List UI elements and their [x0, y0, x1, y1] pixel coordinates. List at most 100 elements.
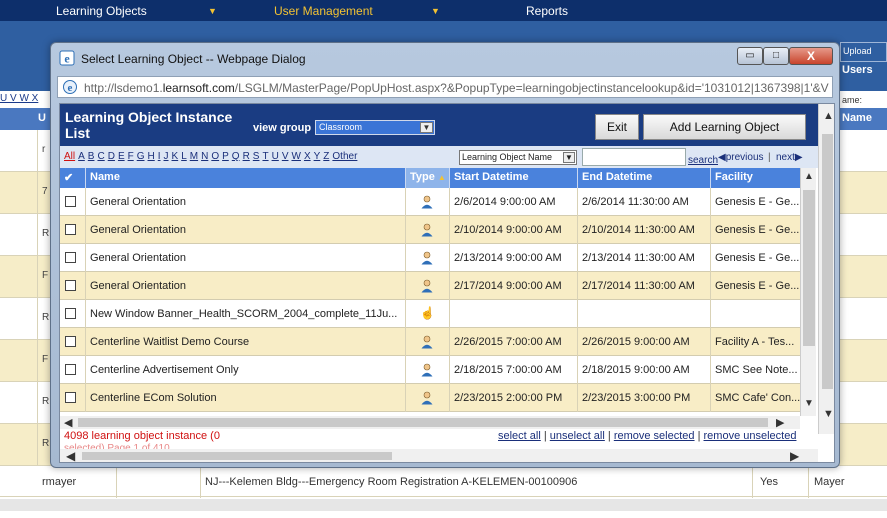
minimize-button[interactable]: ▭ [737, 47, 763, 65]
scroll-left-icon[interactable]: ◀ [66, 449, 75, 462]
cell-name[interactable]: General Orientation [86, 216, 406, 244]
upload-button[interactable]: Upload [840, 42, 887, 62]
row-checkbox[interactable] [65, 336, 76, 347]
alpha-filter-letter[interactable]: X [304, 151, 311, 162]
cell-name[interactable]: General Orientation [86, 272, 406, 300]
table-horizontal-scrollbar[interactable]: ◀ ▶ [60, 416, 800, 429]
chevron-down-icon[interactable]: ▼ [431, 6, 440, 16]
alpha-filter-letter[interactable]: B [88, 151, 95, 162]
address-bar[interactable]: e http://lsdemo1.learnsoft.com/LSGLM/Mas… [57, 76, 833, 98]
background-table-row[interactable]: rmayer NJ---Kelemen Bldg---Emergency Roo… [0, 465, 887, 498]
scroll-down-icon[interactable]: ▼ [823, 408, 834, 420]
column-type[interactable]: Type ▲ [406, 168, 450, 188]
scrollbar-thumb[interactable] [82, 452, 392, 460]
table-row[interactable]: New Window Banner_Health_SCORM_2004_comp… [60, 300, 800, 328]
cell-name[interactable]: General Orientation [86, 188, 406, 216]
alpha-filter-letter[interactable]: Q [232, 151, 240, 162]
table-row[interactable]: General Orientation 2/6/2014 9:00:00 AM 2/… [60, 188, 800, 216]
remove-selected-link[interactable]: remove selected [614, 430, 695, 442]
scrollbar-thumb[interactable] [822, 134, 833, 389]
table-row[interactable]: General Orientation 2/17/2014 9:00:00 AM 2… [60, 272, 800, 300]
alpha-filter-letter[interactable]: N [201, 151, 208, 162]
scroll-up-icon[interactable]: ▲ [823, 110, 834, 122]
cell-name[interactable]: Centerline Advertisement Only [86, 356, 406, 384]
alpha-filter-other[interactable]: Other [332, 151, 357, 162]
select-all-link[interactable]: select all [498, 430, 541, 442]
alpha-filter-letter[interactable]: H [148, 151, 155, 162]
chevron-down-icon[interactable]: ▼ [420, 122, 433, 133]
chevron-down-icon[interactable]: ▼ [208, 6, 217, 16]
add-learning-object-button[interactable]: Add Learning Object [643, 114, 806, 140]
alpha-filter-letter[interactable]: M [190, 151, 198, 162]
alpha-filter-letter[interactable]: L [181, 151, 187, 162]
alpha-filter-letter[interactable]: U [272, 151, 279, 162]
alpha-filter-letter[interactable]: J [164, 151, 169, 162]
scroll-left-icon[interactable]: ◀ [64, 416, 72, 429]
previous-page-link[interactable]: ◀previous [718, 152, 764, 163]
row-checkbox[interactable] [65, 252, 76, 263]
alpha-filter-letter[interactable]: F [128, 151, 134, 162]
dialog-titlebar[interactable]: e Select Learning Object -- Webpage Dial… [57, 47, 833, 73]
column-facility[interactable]: Facility [711, 168, 800, 188]
chevron-down-icon[interactable]: ▼ [563, 152, 575, 163]
table-row[interactable]: Centerline ECom Solution 2/23/2015 2:00:0… [60, 384, 800, 412]
alpha-filter-letter[interactable]: D [108, 151, 115, 162]
view-group-select[interactable]: Classroom ▼ [315, 120, 435, 135]
alpha-filter-all[interactable]: All [64, 151, 75, 162]
table-row[interactable]: Centerline Waitlist Demo Course 2/26/2015… [60, 328, 800, 356]
row-checkbox[interactable] [65, 196, 76, 207]
nav-reports[interactable]: Reports [526, 4, 568, 18]
select-all-checkmark[interactable]: ✔ [60, 168, 86, 188]
unselect-all-link[interactable]: unselect all [550, 430, 605, 442]
row-checkbox[interactable] [65, 280, 76, 291]
table-row[interactable]: General Orientation 2/10/2014 9:00:00 AM 2… [60, 216, 800, 244]
maximize-button[interactable]: □ [763, 47, 789, 65]
alpha-filter-letter[interactable]: P [222, 151, 229, 162]
table-row[interactable]: Centerline Advertisement Only 2/18/2015 7… [60, 356, 800, 384]
remove-unselected-link[interactable]: remove unselected [704, 430, 797, 442]
row-checkbox[interactable] [65, 224, 76, 235]
column-name[interactable]: Name [86, 168, 406, 188]
cell-name[interactable]: Centerline ECom Solution [86, 384, 406, 412]
alpha-filter-letter[interactable]: T [262, 151, 268, 162]
scrollbar-thumb[interactable] [803, 190, 815, 346]
table-row[interactable]: General Orientation 2/13/2014 9:00:00 AM 2… [60, 244, 800, 272]
alpha-filter-letter[interactable]: W [291, 151, 300, 162]
table-vertical-scrollbar[interactable]: ▲ ▼ [800, 168, 816, 416]
alpha-filter-letter[interactable]: A [78, 151, 85, 162]
cell-name[interactable]: New Window Banner_Health_SCORM_2004_comp… [86, 300, 406, 328]
row-checkbox[interactable] [65, 364, 76, 375]
sort-field-select[interactable]: Learning Object Name ▼ [459, 150, 577, 165]
cell-name[interactable]: Centerline Waitlist Demo Course [86, 328, 406, 356]
search-input[interactable] [582, 148, 686, 166]
row-checkbox[interactable] [65, 308, 76, 319]
alpha-filter-letter[interactable]: Z [323, 151, 329, 162]
scroll-right-icon[interactable]: ▶ [790, 449, 799, 462]
exit-button[interactable]: Exit [595, 114, 639, 140]
dialog-vertical-scrollbar[interactable]: ▲ ▼ [818, 104, 834, 434]
scrollbar-thumb[interactable] [78, 418, 768, 427]
alpha-filter-letter[interactable]: E [118, 151, 125, 162]
alpha-filter-letter[interactable]: S [253, 151, 260, 162]
scroll-up-icon[interactable]: ▲ [804, 171, 814, 182]
alpha-filter-letter[interactable]: V [282, 151, 289, 162]
close-button[interactable]: X [789, 47, 833, 65]
search-link[interactable]: search [688, 155, 718, 166]
nav-learning-objects[interactable]: Learning Objects [56, 4, 147, 18]
alpha-filter-letter[interactable]: G [137, 151, 145, 162]
alpha-filter-letter[interactable]: O [211, 151, 219, 162]
row-checkbox[interactable] [65, 392, 76, 403]
alpha-filter-letter[interactable]: R [243, 151, 250, 162]
alpha-filter-letter[interactable]: C [97, 151, 104, 162]
page-horizontal-scrollbar[interactable] [0, 499, 887, 511]
alpha-filter-letter[interactable]: I [158, 151, 161, 162]
dialog-horizontal-scrollbar[interactable]: ◀ ▶ [60, 449, 818, 462]
scroll-right-icon[interactable]: ▶ [776, 416, 784, 429]
column-end-datetime[interactable]: End Datetime [578, 168, 711, 188]
cell-name[interactable]: General Orientation [86, 244, 406, 272]
nav-user-management[interactable]: User Management [274, 4, 373, 18]
scroll-down-icon[interactable]: ▼ [804, 398, 814, 409]
alpha-filter-letter[interactable]: Y [314, 151, 321, 162]
next-page-link[interactable]: next▶ [776, 152, 803, 163]
column-start-datetime[interactable]: Start Datetime [450, 168, 578, 188]
